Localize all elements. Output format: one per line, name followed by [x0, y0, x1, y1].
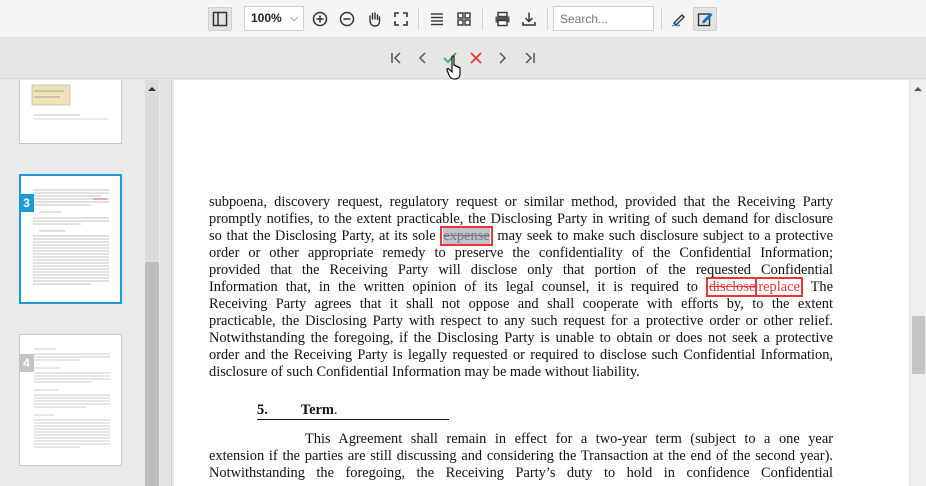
scroll-up-arrow-icon[interactable] — [913, 85, 923, 93]
toolbar-divider — [418, 8, 419, 30]
tracked-deletion[interactable]: expense — [440, 226, 493, 246]
first-change-icon[interactable] — [385, 47, 407, 69]
document-scrollbar[interactable] — [910, 80, 926, 486]
main-toolbar: 100% ⌵ — [0, 0, 926, 38]
deleted-word: disclose — [708, 279, 756, 295]
confidentiality-paragraph: subpoena, discovery request, regulatory … — [209, 194, 833, 381]
zoom-out-icon[interactable] — [335, 7, 359, 31]
last-change-icon[interactable] — [519, 47, 541, 69]
term-paragraph: This Agreement shall remain in effect fo… — [209, 431, 833, 482]
scroll-up-arrow-icon[interactable] — [147, 85, 157, 93]
thumbnail-sidebar: 3 4 — [0, 80, 160, 486]
section-heading: 5. Term. — [257, 402, 449, 420]
deleted-word: expense — [443, 228, 490, 244]
zoom-value: 100% — [251, 11, 282, 25]
zoom-in-icon[interactable] — [308, 7, 332, 31]
text-segment: may seek to make such disclosure subject… — [497, 228, 833, 244]
text-line: extension if the parties are still discu… — [209, 448, 833, 464]
tracked-replacement[interactable]: disclose replace — [705, 277, 803, 297]
text-line: Notwithstanding the foregoing, the Recei… — [209, 465, 833, 481]
fullscreen-icon[interactable] — [389, 7, 413, 31]
text-line: Notwithstanding the foregoing, if the Di… — [209, 330, 833, 346]
toolbar-divider — [661, 8, 662, 30]
reject-change-icon[interactable] — [465, 47, 487, 69]
inserted-word: replace — [755, 279, 800, 295]
text-line: Receiving Party agrees that it shall not… — [209, 296, 833, 312]
text-line-with-change: Information that, in the written opinion… — [209, 277, 833, 297]
annotate-pen-icon[interactable] — [667, 7, 691, 31]
text-line: order and the Receiving Party is legally… — [209, 347, 833, 363]
text-select-icon[interactable] — [425, 7, 449, 31]
text-line: order or other appropriate remedy to pre… — [209, 245, 833, 261]
text-segment: The — [810, 279, 833, 295]
heading-underline — [257, 419, 449, 420]
toolbar-divider — [547, 8, 548, 30]
page-thumbnail-3[interactable] — [19, 174, 122, 304]
page-number-badge: 4 — [19, 354, 34, 372]
section-period: . — [333, 402, 338, 418]
hand-pointer-cursor-icon — [446, 55, 461, 80]
text-segment: so that the Disclosing Party, at its sol… — [209, 228, 436, 244]
page-thumbnail-2[interactable] — [19, 80, 122, 144]
text-line: practicable, the Disclosing Party with r… — [209, 313, 833, 329]
grid-view-icon[interactable] — [452, 7, 476, 31]
zoom-select[interactable]: 100% ⌵ — [244, 6, 304, 31]
page-number-badge: 3 — [19, 194, 34, 212]
pan-hand-icon[interactable] — [362, 7, 386, 31]
text-line: subpoena, discovery request, regulatory … — [209, 194, 833, 210]
sidebar-toggle-icon[interactable] — [208, 7, 232, 31]
text-line-with-change: so that the Disclosing Party, at its sol… — [209, 226, 833, 246]
document-page: subpoena, discovery request, regulatory … — [174, 80, 909, 486]
document-scrollbar-thumb[interactable] — [912, 316, 925, 374]
text-line: promptly notifies, to the extent practic… — [209, 211, 833, 227]
toolbar-divider — [482, 8, 483, 30]
text-line: This Agreement shall remain in effect fo… — [305, 431, 833, 447]
sidebar-scrollbar-thumb[interactable] — [145, 262, 159, 486]
panel-splitter[interactable] — [160, 80, 172, 486]
search-input[interactable] — [553, 6, 654, 31]
chevron-down-icon: ⌵ — [290, 13, 298, 24]
section-title: Term — [300, 402, 334, 418]
edit-mode-icon[interactable] — [693, 7, 717, 31]
prev-change-icon[interactable] — [412, 47, 434, 69]
download-icon[interactable] — [517, 7, 541, 31]
text-segment: Information that, in the written opinion… — [209, 279, 698, 295]
section-number: 5. — [257, 402, 268, 418]
print-icon[interactable] — [490, 7, 514, 31]
text-line: disclosure of such Confidential Informat… — [209, 364, 640, 380]
next-change-icon[interactable] — [491, 47, 513, 69]
page-thumbnail-4[interactable] — [19, 334, 122, 466]
